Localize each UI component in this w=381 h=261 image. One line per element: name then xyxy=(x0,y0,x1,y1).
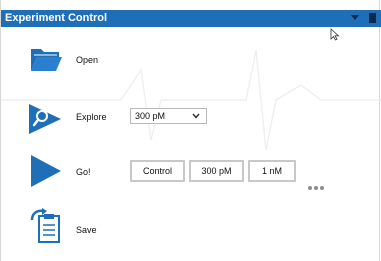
pin-dropdown-icon[interactable] xyxy=(351,15,359,20)
more-icon[interactable] xyxy=(308,177,326,195)
title-bar: Experiment Control xyxy=(1,10,381,27)
explore-label[interactable]: Explore xyxy=(76,111,107,123)
close-icon[interactable] xyxy=(369,13,376,23)
open-label[interactable]: Open xyxy=(76,54,98,66)
folder-icon[interactable] xyxy=(29,45,63,73)
magnifier-icon[interactable] xyxy=(27,102,63,136)
go-1nm-button[interactable]: 1 nM xyxy=(248,160,296,182)
go-control-button[interactable]: Control xyxy=(130,160,185,182)
chevron-down-icon xyxy=(192,113,200,119)
window-title: Experiment Control xyxy=(5,12,108,24)
go-label[interactable]: Go! xyxy=(76,166,91,178)
play-icon[interactable] xyxy=(29,153,63,189)
clipboard-save-icon[interactable] xyxy=(29,208,63,244)
concentration-select[interactable]: 300 pM xyxy=(130,108,207,124)
go-300pm-button[interactable]: 300 pM xyxy=(189,160,244,182)
save-label[interactable]: Save xyxy=(76,224,97,236)
experiment-control-panel: Experiment Control Open Explore 300 pM G… xyxy=(0,0,381,261)
concentration-select-value: 300 pM xyxy=(135,111,166,121)
